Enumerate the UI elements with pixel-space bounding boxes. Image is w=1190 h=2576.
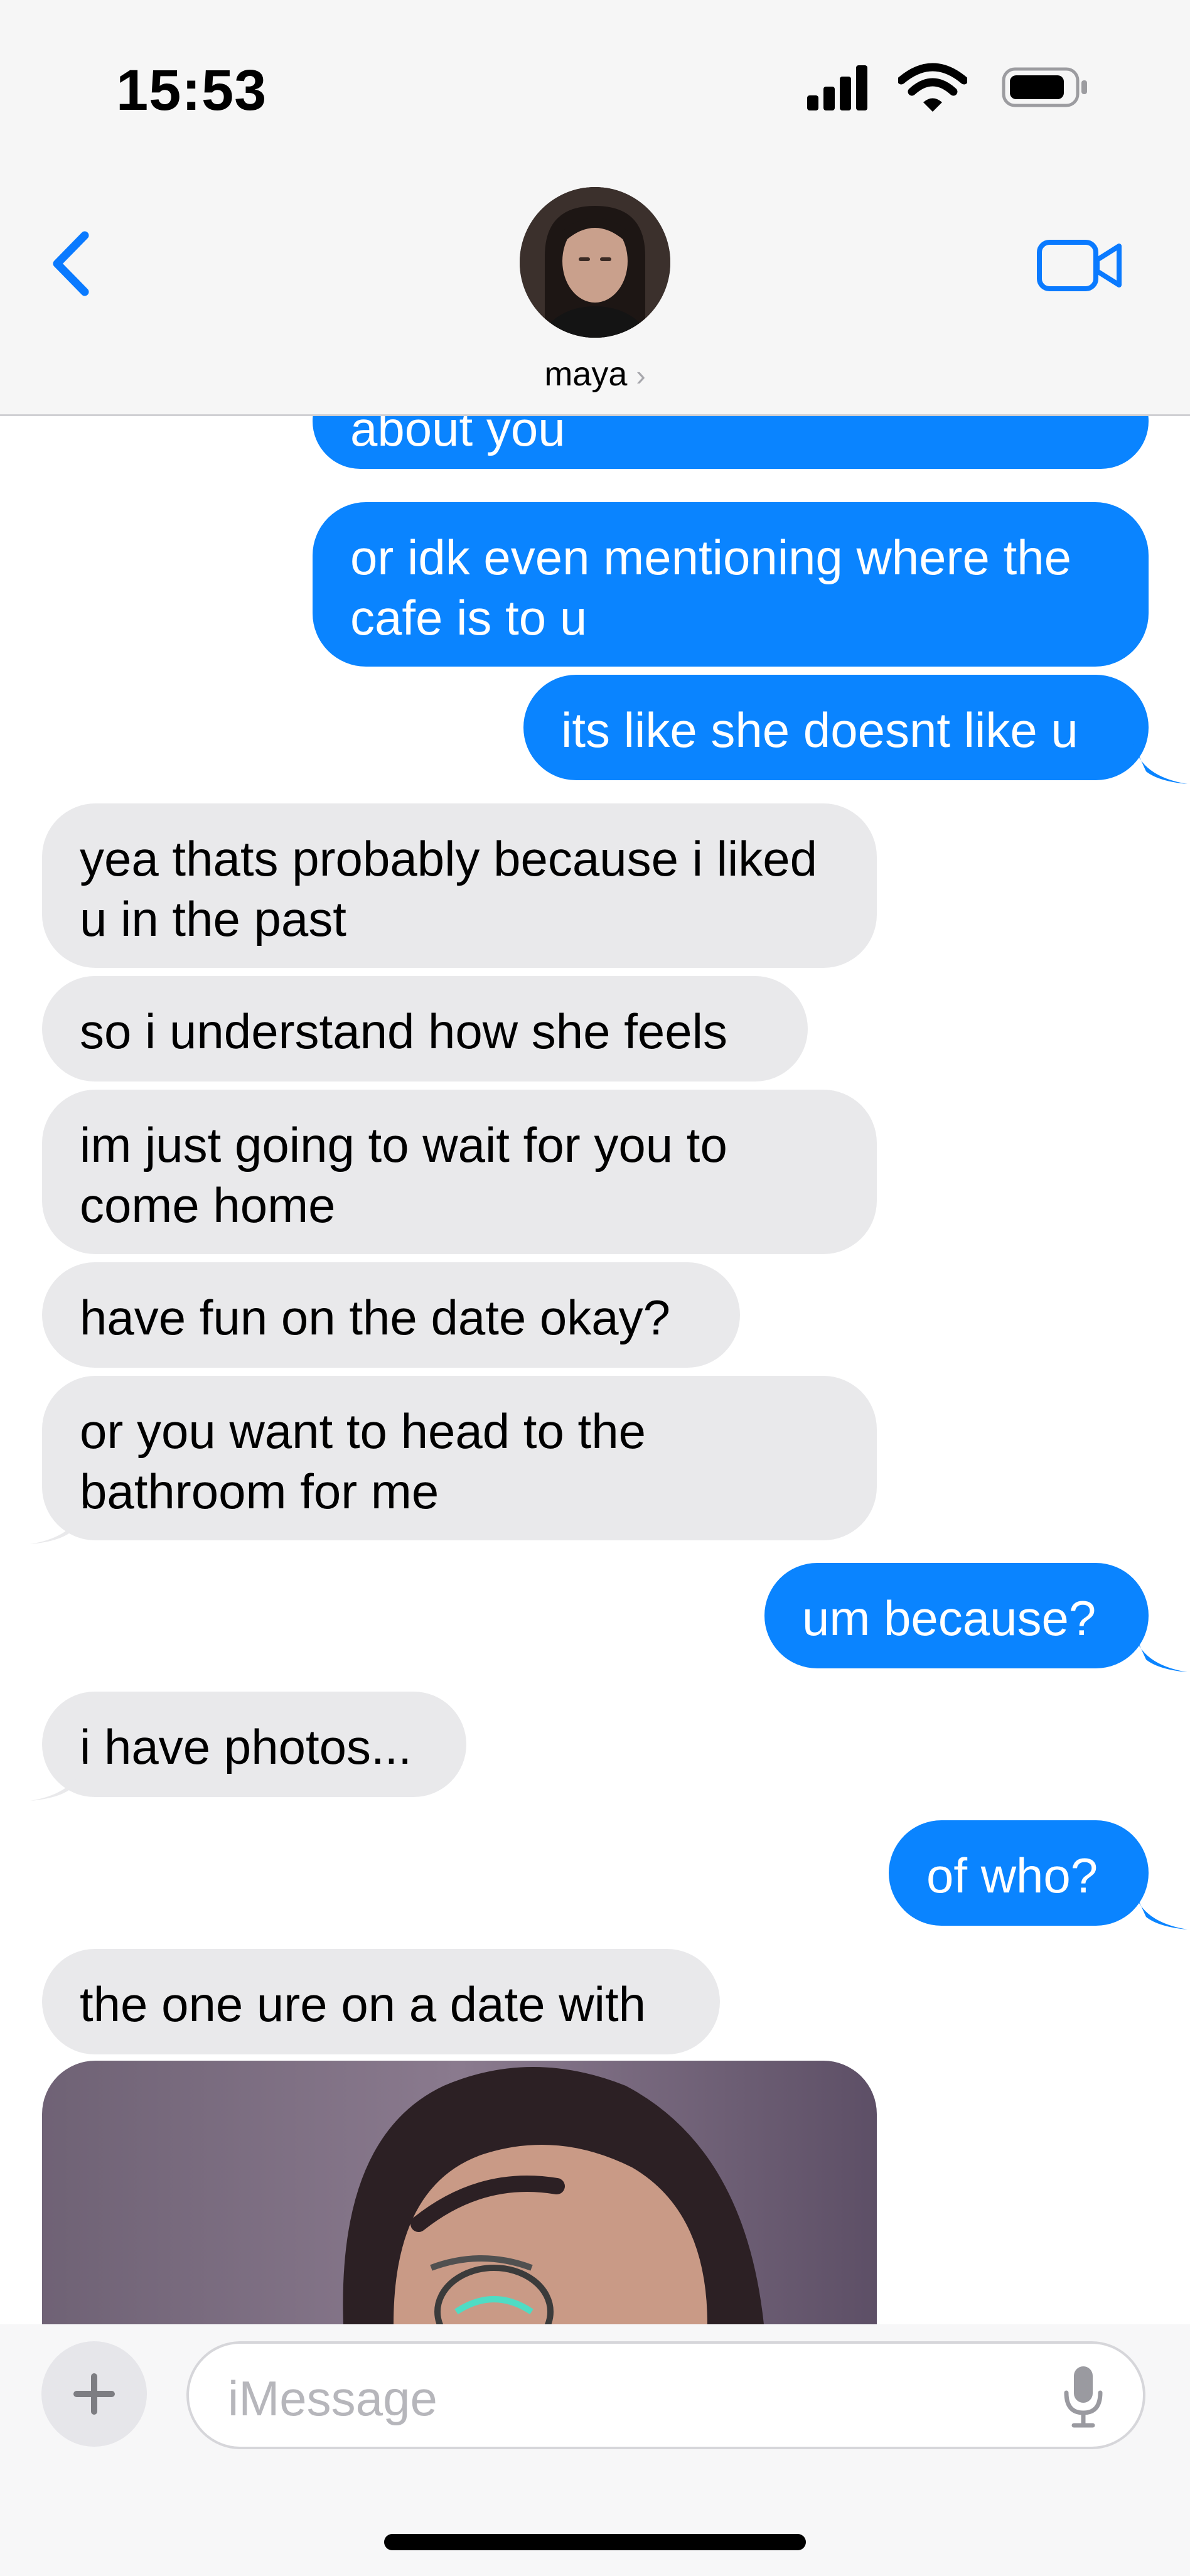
message-outgoing[interactable]: um because? (764, 1563, 1149, 1668)
message-outgoing[interactable]: of who? (889, 1820, 1149, 1926)
message-input-placeholder: iMessage (228, 2371, 437, 2426)
message-incoming[interactable]: yea thats probably because i liked u in … (42, 803, 877, 968)
message-incoming[interactable]: have fun on the date okay? (42, 1262, 740, 1368)
bubble-tail (1134, 1632, 1187, 1672)
message-thread[interactable]: about you or idk even mentioning where t… (0, 416, 1190, 2324)
message-input[interactable]: iMessage (186, 2341, 1145, 2449)
message-incoming[interactable]: i have photos... (42, 1692, 466, 1797)
message-outgoing[interactable]: about you (313, 416, 1149, 469)
bubble-tail (30, 1761, 84, 1801)
microphone-icon[interactable] (1061, 2364, 1105, 2429)
chevron-right-icon: › (636, 359, 646, 392)
status-time: 15:53 (116, 58, 267, 122)
home-indicator[interactable] (384, 2534, 806, 2550)
contact-name-button[interactable]: maya › (0, 355, 1190, 394)
facetime-video-icon[interactable] (1036, 237, 1124, 294)
bubble-tail (1134, 744, 1187, 784)
bubble-tail (30, 1504, 84, 1544)
wifi-icon (897, 63, 968, 113)
battery-icon (1002, 63, 1090, 113)
message-outgoing[interactable]: or idk even mentioning where the cafe is… (313, 502, 1149, 667)
bubble-tail (1134, 1889, 1187, 1929)
conversation-header: 15:53 maya › (0, 0, 1190, 416)
message-outgoing[interactable]: its like she doesnt like u (523, 675, 1149, 780)
message-incoming[interactable]: im just going to wait for you to come ho… (42, 1090, 877, 1254)
photo-attachment[interactable] (42, 2061, 877, 2324)
contact-name: maya (544, 355, 628, 393)
message-incoming[interactable]: so i understand how she feels (42, 976, 808, 1081)
cellular-signal-icon (807, 63, 870, 113)
plus-icon[interactable] (41, 2341, 147, 2447)
contact-avatar[interactable] (520, 187, 670, 338)
message-incoming[interactable]: the one ure on a date with (42, 1949, 720, 2054)
back-chevron-icon[interactable] (47, 229, 97, 298)
message-incoming[interactable]: or you want to head to the bathroom for … (42, 1376, 877, 1540)
